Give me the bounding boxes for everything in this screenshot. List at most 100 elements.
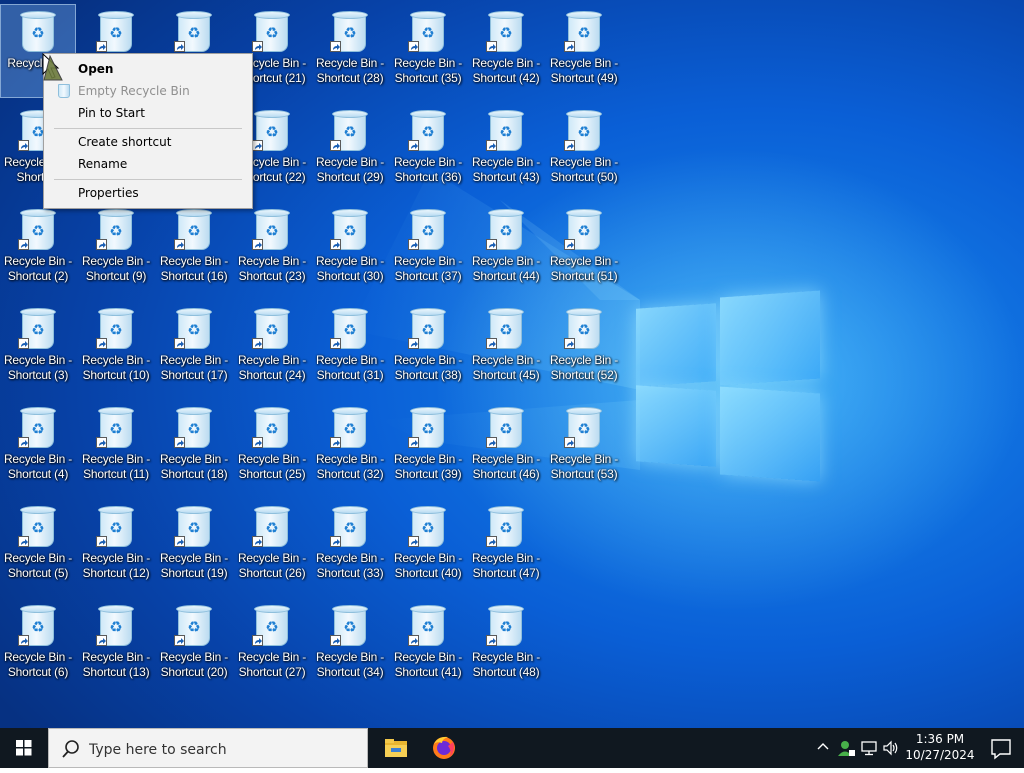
icon-label-line2: Shortcut (5) (7, 566, 69, 580)
taskbar-app-firefox[interactable] (420, 728, 468, 768)
chevron-up-icon[interactable] (816, 740, 830, 754)
desktop-icon-recycle-bin-shortcut[interactable]: ♻ Recycle Bin - Shortcut (52) (547, 302, 621, 394)
desktop-icon-recycle-bin-shortcut[interactable]: ♻ Recycle Bin - Shortcut (30) (313, 203, 387, 295)
desktop-icon-recycle-bin-shortcut[interactable]: ♻ Recycle Bin - Shortcut (37) (391, 203, 465, 295)
desktop-icon-recycle-bin-shortcut[interactable]: ♻ Recycle Bin - Shortcut (25) (235, 401, 309, 493)
recycle-bin-icon: ♻ (330, 108, 370, 152)
icon-label-line2: Shortcut (37) (394, 269, 462, 283)
shortcut-arrow-icon (564, 437, 575, 448)
recycle-bin-icon: ♻ (564, 207, 604, 251)
desktop-icon-recycle-bin-shortcut[interactable]: ♻ Recycle Bin - Shortcut (16) (157, 203, 231, 295)
desktop-icon-recycle-bin-shortcut[interactable]: ♻ Recycle Bin - Shortcut (49) (547, 5, 621, 97)
desktop-icon-recycle-bin-shortcut[interactable]: ♻ Recycle Bin - Shortcut (18) (157, 401, 231, 493)
desktop-icon-recycle-bin-shortcut[interactable]: ♻ Recycle Bin - Shortcut (32) (313, 401, 387, 493)
desktop-icon-recycle-bin-shortcut[interactable]: ♻ Recycle Bin - Shortcut (45) (469, 302, 543, 394)
recycle-bin-icon: ♻ (564, 306, 604, 350)
desktop-icon-recycle-bin-shortcut[interactable]: ♻ Recycle Bin - Shortcut (26) (235, 500, 309, 592)
volume-icon[interactable] (882, 739, 900, 757)
recycle-bin-icon: ♻ (486, 603, 526, 647)
icon-label-line1: Recycle Bin - (159, 353, 229, 367)
desktop-icon-recycle-bin-shortcut[interactable]: ♻ Recycle Bin - Shortcut (44) (469, 203, 543, 295)
desktop-icon-recycle-bin-shortcut[interactable]: ♻ Recycle Bin - Shortcut (2) (1, 203, 75, 295)
desktop-icon-recycle-bin-shortcut[interactable]: ♻ Recycle Bin - Shortcut (10) (79, 302, 153, 394)
desktop-icon-recycle-bin-shortcut[interactable]: ♻ Recycle Bin - Shortcut (35) (391, 5, 465, 97)
desktop-icon-recycle-bin-shortcut[interactable]: ♻ Recycle Bin - Shortcut (19) (157, 500, 231, 592)
shortcut-arrow-icon (252, 437, 263, 448)
desktop-icon-recycle-bin-shortcut[interactable]: ♻ Recycle Bin - Shortcut (48) (469, 599, 543, 691)
desktop-icon-recycle-bin-shortcut[interactable]: ♻ Recycle Bin - Shortcut (3) (1, 302, 75, 394)
desktop-icon-recycle-bin-shortcut[interactable]: ♻ Recycle Bin - Shortcut (38) (391, 302, 465, 394)
shortcut-arrow-icon (174, 536, 185, 547)
taskbar: 1:36 PM 10/27/2024 (0, 728, 1024, 768)
icon-label-line1: Recycle Bin - (315, 353, 385, 367)
desktop-icon-recycle-bin-shortcut[interactable]: ♻ Recycle Bin - Shortcut (31) (313, 302, 387, 394)
shortcut-arrow-icon (408, 239, 419, 250)
icon-label-line2: Shortcut (47) (472, 566, 540, 580)
desktop-icon-recycle-bin-shortcut[interactable]: ♻ Recycle Bin - Shortcut (27) (235, 599, 309, 691)
recycle-bin-icon: ♻ (330, 405, 370, 449)
desktop-icon-recycle-bin-shortcut[interactable]: ♻ Recycle Bin - Shortcut (4) (1, 401, 75, 493)
menu-item-properties[interactable]: Properties (46, 182, 250, 204)
taskbar-clock[interactable]: 1:36 PM 10/27/2024 (902, 731, 978, 765)
desktop-icon-recycle-bin-shortcut[interactable]: ♻ Recycle Bin - Shortcut (17) (157, 302, 231, 394)
desktop-icon-recycle-bin-shortcut[interactable]: ♻ Recycle Bin - Shortcut (40) (391, 500, 465, 592)
icon-label-line2: Shortcut (43) (472, 170, 540, 184)
recycle-bin-icon: ♻ (18, 9, 58, 53)
shortcut-arrow-icon (252, 338, 263, 349)
desktop-icon-recycle-bin-shortcut[interactable]: ♻ Recycle Bin - Shortcut (34) (313, 599, 387, 691)
search-input[interactable] (87, 738, 361, 762)
desktop-icon-recycle-bin-shortcut[interactable]: ♻ Recycle Bin - Shortcut (39) (391, 401, 465, 493)
desktop-icon-recycle-bin-shortcut[interactable]: ♻ Recycle Bin - Shortcut (51) (547, 203, 621, 295)
desktop-icon-recycle-bin-shortcut[interactable]: ♻ Recycle Bin - Shortcut (33) (313, 500, 387, 592)
desktop-icon-recycle-bin-shortcut[interactable]: ♻ Recycle Bin - Shortcut (11) (79, 401, 153, 493)
recycle-bin-icon: ♻ (408, 108, 448, 152)
system-tray (812, 728, 902, 768)
menu-item-label: Properties (78, 186, 139, 200)
desktop-icon-recycle-bin-shortcut[interactable]: ♻ Recycle Bin - Shortcut (24) (235, 302, 309, 394)
taskbar-search[interactable] (48, 728, 368, 768)
icon-label-line2: Shortcut (46) (472, 467, 540, 481)
desktop-icon-recycle-bin-shortcut[interactable]: ♻ Recycle Bin - Shortcut (28) (313, 5, 387, 97)
icon-label-line1: Recycle Bin - (237, 551, 307, 565)
menu-item-open[interactable]: Open (46, 58, 250, 80)
desktop-icon-recycle-bin-shortcut[interactable]: ♻ Recycle Bin - Shortcut (43) (469, 104, 543, 196)
desktop-icon-recycle-bin-shortcut[interactable]: ♻ Recycle Bin - Shortcut (9) (79, 203, 153, 295)
recycle-bin-icon: ♻ (486, 405, 526, 449)
clock-time: 1:36 PM (915, 732, 965, 746)
desktop-icon-recycle-bin-shortcut[interactable]: ♻ Recycle Bin - Shortcut (23) (235, 203, 309, 295)
network-icon[interactable] (860, 739, 878, 757)
desktop-icon-recycle-bin-shortcut[interactable]: ♻ Recycle Bin - Shortcut (20) (157, 599, 231, 691)
desktop-icon-recycle-bin-shortcut[interactable]: ♻ Recycle Bin - Shortcut (12) (79, 500, 153, 592)
shortcut-arrow-icon (96, 635, 107, 646)
menu-item-rename[interactable]: Rename (46, 153, 250, 175)
desktop-icon-recycle-bin-shortcut[interactable]: ♻ Recycle Bin - Shortcut (36) (391, 104, 465, 196)
recycle-bin-icon: ♻ (18, 504, 58, 548)
menu-item-create-shortcut[interactable]: Create shortcut (46, 131, 250, 153)
desktop-icon-recycle-bin-shortcut[interactable]: ♻ Recycle Bin - Shortcut (42) (469, 5, 543, 97)
network-user-icon[interactable] (836, 738, 856, 758)
action-center-button[interactable] (978, 728, 1024, 768)
desktop[interactable]: ♻ Recycle Bin ♻ Recycle Bin - Shortcut ♻ Recyc… (0, 0, 1024, 728)
recycle-bin-icon: ♻ (330, 504, 370, 548)
desktop-icon-recycle-bin-shortcut[interactable]: ♻ Recycle Bin - Shortcut (13) (79, 599, 153, 691)
desktop-icon-recycle-bin-shortcut[interactable]: ♻ Recycle Bin - Shortcut (46) (469, 401, 543, 493)
shortcut-arrow-icon (252, 41, 263, 52)
start-button[interactable] (0, 728, 48, 768)
desktop-icon-recycle-bin-shortcut[interactable]: ♻ Recycle Bin - Shortcut (6) (1, 599, 75, 691)
desktop-icon-recycle-bin-shortcut[interactable]: ♻ Recycle Bin - Shortcut (41) (391, 599, 465, 691)
menu-item-pin-to-start[interactable]: Pin to Start (46, 102, 250, 124)
desktop-icon-recycle-bin-shortcut[interactable]: ♻ Recycle Bin - Shortcut (50) (547, 104, 621, 196)
taskbar-app-file-explorer[interactable] (372, 728, 420, 768)
desktop-icon-recycle-bin-shortcut[interactable]: ♻ Recycle Bin - Shortcut (47) (469, 500, 543, 592)
menu-separator (54, 179, 242, 180)
shortcut-arrow-icon (96, 41, 107, 52)
shortcut-arrow-icon (174, 635, 185, 646)
icon-label-line1: Recycle Bin - (3, 353, 73, 367)
menu-item-empty-recycle-bin[interactable]: Empty Recycle Bin (46, 80, 250, 102)
desktop-icon-recycle-bin-shortcut[interactable]: ♻ Recycle Bin - Shortcut (53) (547, 401, 621, 493)
icon-label-line2: Shortcut (24) (238, 368, 306, 382)
desktop-icon-recycle-bin-shortcut[interactable]: ♻ Recycle Bin - Shortcut (29) (313, 104, 387, 196)
icon-label-line1: Recycle Bin - (315, 650, 385, 664)
recycle-bin-icon: ♻ (252, 603, 292, 647)
desktop-icon-recycle-bin-shortcut[interactable]: ♻ Recycle Bin - Shortcut (5) (1, 500, 75, 592)
